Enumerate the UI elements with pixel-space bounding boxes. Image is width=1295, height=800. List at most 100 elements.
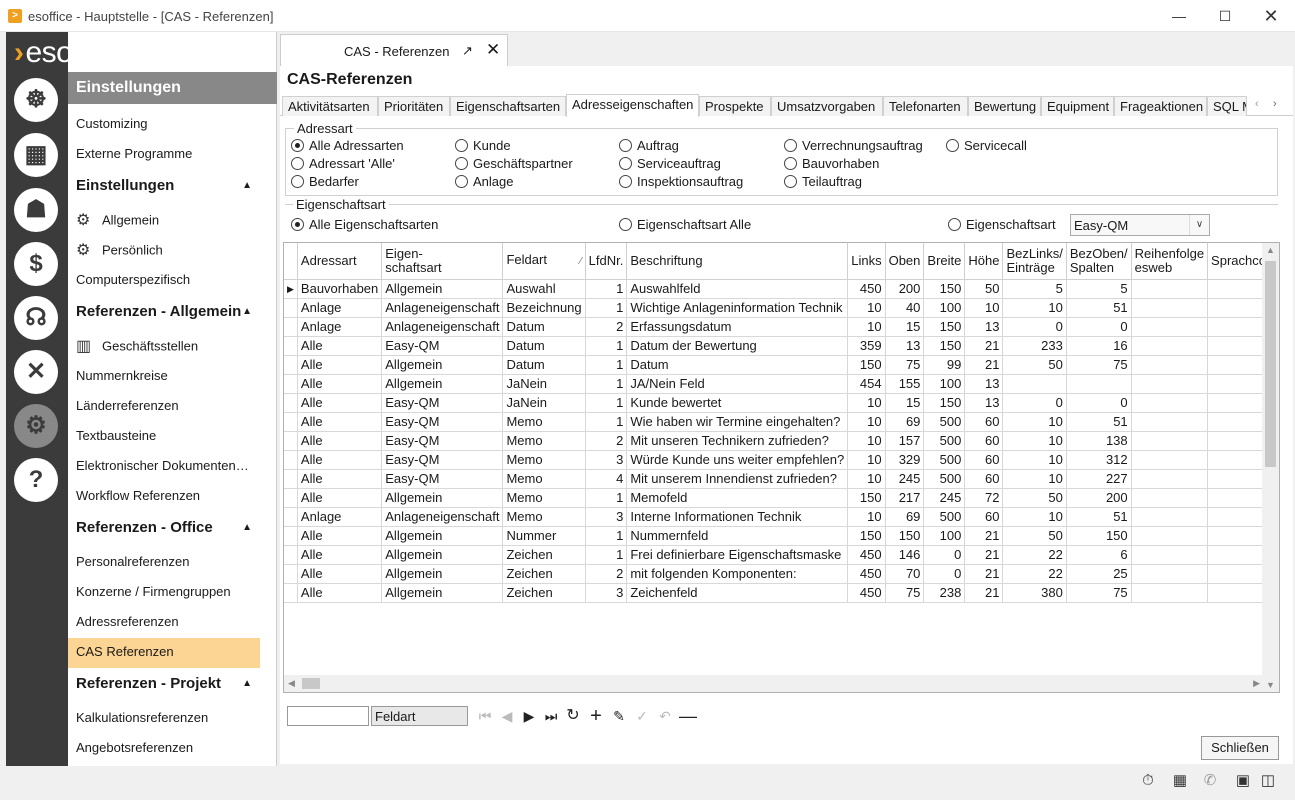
nav-section-referenzen-projekt[interactable]: Referenzen - Projekt ▲ [68,670,260,700]
cell-eigen-schaftsart[interactable]: Anlageneigenschaft [381,317,504,337]
popout-icon[interactable]: ↗ [462,43,473,59]
nav-item-personalreferenzen[interactable]: Personalreferenzen [68,548,260,578]
cell-feldart[interactable]: Nummer [502,526,586,546]
support-icon[interactable]: ☊ [14,296,58,340]
cell-lfdnr[interactable]: 1 [585,298,628,318]
cell-oben[interactable]: 217 [885,488,925,508]
cell-bezoben-spalten[interactable]: 25 [1066,564,1132,584]
cell-adressart[interactable]: Anlage [297,317,383,337]
table-row[interactable]: Alle Easy-QM Memo 3 Würde Kunde uns weiter e… [284,450,1279,470]
radio-eigenschaftsart-alle-eigenschaftsarten[interactable]: Alle Eigenschaftsarten [291,217,438,232]
radio-adressart-servicecall[interactable]: Servicecall [946,138,1027,153]
radio-eigenschaftsart-eigenschaftsart-alle[interactable]: Eigenschaftsart Alle [619,217,751,232]
tab-scroll-right-icon[interactable]: › [1273,98,1277,110]
grid-vscroll-thumb[interactable] [1265,261,1276,467]
nav-item-geschäftsstellen[interactable]: ▥ Geschäftsstellen [68,332,260,362]
cell-breite[interactable]: 500 [923,450,966,470]
cell-bezoben-spalten[interactable]: 75 [1066,583,1132,603]
maximize-button[interactable]: ☐ [1202,0,1248,32]
cell-breite[interactable]: 100 [923,526,966,546]
cell-bezoben-spalten[interactable]: 227 [1066,469,1132,489]
undo-icon[interactable]: ↶ [654,706,676,726]
cell-eigen-schaftsart[interactable]: Easy-QM [381,469,504,489]
cell-feldart[interactable]: Memo [502,507,586,527]
cell-adressart[interactable]: Anlage [297,507,383,527]
table-row[interactable]: Alle Allgemein JaNein 1 JA/Nein Feld 454 155 10… [284,374,1279,394]
cell-links[interactable]: 450 [847,545,886,565]
column-header-breite[interactable]: Breite [923,243,966,280]
column-header-adressart[interactable]: Adressart [297,243,383,280]
tab-adresseigenschaften[interactable]: Adresseigenschaften [566,94,699,117]
cell-bezlinks-einträge[interactable]: 22 [1002,564,1067,584]
cell-breite[interactable]: 99 [923,355,966,375]
cell-adressart[interactable]: Alle [297,469,383,489]
minimize-button[interactable]: — [1156,0,1202,32]
cell-links[interactable]: 10 [847,469,886,489]
table-row[interactable]: ▶ Bauvorhaben Allgemein Auswahl 1 Auswahlfeld… [284,279,1279,299]
cell-beschriftung[interactable]: Mit unseren Technikern zufrieden? [626,431,849,451]
cell-bezoben-spalten[interactable]: 138 [1066,431,1132,451]
cell-links[interactable]: 10 [847,317,886,337]
cell-beschriftung[interactable]: Frei definierbare Eigenschaftsmaske [626,545,849,565]
nav-item-workflow-referenzen[interactable]: Workflow Referenzen [68,482,260,512]
cell-oben[interactable]: 75 [885,583,925,603]
cell-feldart[interactable]: Zeichen [502,583,586,603]
last-record-icon[interactable]: ⏭ [540,706,562,726]
table-row[interactable]: Alle Allgemein Nummer 1 Nummernfeld 150 150 100… [284,526,1279,546]
cell-eigen-schaftsart[interactable]: Easy-QM [381,393,504,413]
cell-breite[interactable]: 150 [923,336,966,356]
database-icon[interactable]: ◫ [1258,771,1278,791]
cell-höhe[interactable]: 21 [964,583,1004,603]
search-input[interactable] [287,706,369,726]
cell-höhe[interactable]: 60 [964,431,1004,451]
cell-adressart[interactable]: Alle [297,393,383,413]
cell-feldart[interactable]: Auswahl [502,279,586,299]
cell-beschriftung[interactable]: Kunde bewertet [626,393,849,413]
cell-oben[interactable]: 70 [885,564,925,584]
collapse-caret-icon[interactable]: ▲ [242,180,252,191]
cell-adressart[interactable]: Alle [297,545,383,565]
cell-links[interactable]: 150 [847,488,886,508]
radio-adressart-teilauftrag[interactable]: Teilauftrag [784,174,862,189]
radio-eigenschaftsart-eigenschaftsart[interactable]: Eigenschaftsart [948,217,1056,232]
cell-beschriftung[interactable]: Interne Informationen Technik [626,507,849,527]
prev-record-icon[interactable]: ◀ [496,706,518,726]
nav-item-externe-programme[interactable]: Externe Programme [68,140,260,170]
cell-lfdnr[interactable]: 3 [585,450,628,470]
field-select[interactable]: Feldart [371,706,468,726]
cell-lfdnr[interactable]: 1 [585,488,628,508]
table-row[interactable]: Alle Easy-QM JaNein 1 Kunde bewertet 10 15 150 1… [284,393,1279,413]
cell-beschriftung[interactable]: Erfassungsdatum [626,317,849,337]
cell-eigen-schaftsart[interactable]: Allgemein [381,374,504,394]
nav-item-adressreferenzen[interactable]: Adressreferenzen [68,608,260,638]
column-header-reihenfolge-esweb[interactable]: Reihenfolge esweb [1131,243,1209,280]
nav-item-konzerne-firmengruppen[interactable]: Konzerne / Firmengruppen [68,578,260,608]
cell-reihenfolgeesweb[interactable] [1131,374,1209,394]
cell-bezoben-spalten[interactable]: 16 [1066,336,1132,356]
cell-höhe[interactable]: 60 [964,507,1004,527]
cell-höhe[interactable]: 60 [964,412,1004,432]
cell-eigen-schaftsart[interactable]: Easy-QM [381,431,504,451]
cell-reihenfolgeesweb[interactable] [1131,450,1209,470]
cell-lfdnr[interactable]: 3 [585,583,628,603]
first-record-icon[interactable]: ⏮ [474,706,496,726]
cell-adressart[interactable]: Alle [297,583,383,603]
cell-eigen-schaftsart[interactable]: Easy-QM [381,412,504,432]
cell-oben[interactable]: 40 [885,298,925,318]
cell-eigen-schaftsart[interactable]: Allgemein [381,526,504,546]
table-row[interactable]: Alle Easy-QM Memo 2 Mit unseren Technikern z… [284,431,1279,451]
column-header-beschriftung[interactable]: Beschriftung [626,243,849,280]
cell-adressart[interactable]: Bauvorhaben [297,279,383,299]
column-header-höhe[interactable]: Höhe [964,243,1004,280]
phone-icon[interactable]: ✆ [1200,771,1220,791]
cell-reihenfolgeesweb[interactable] [1131,583,1209,603]
cell-oben[interactable]: 200 [885,279,925,299]
cell-reihenfolgeesweb[interactable] [1131,336,1209,356]
cell-beschriftung[interactable]: Datum der Bewertung [626,336,849,356]
cell-eigen-schaftsart[interactable]: Anlageneigenschaft [381,507,504,527]
cell-feldart[interactable]: Memo [502,450,586,470]
tab-prospekte[interactable]: Prospekte [699,96,771,116]
cell-eigen-schaftsart[interactable]: Allgemein [381,488,504,508]
cell-bezlinks-einträge[interactable]: 0 [1002,393,1067,413]
table-row[interactable]: Alle Allgemein Zeichen 1 Frei definierbare E… [284,545,1279,565]
